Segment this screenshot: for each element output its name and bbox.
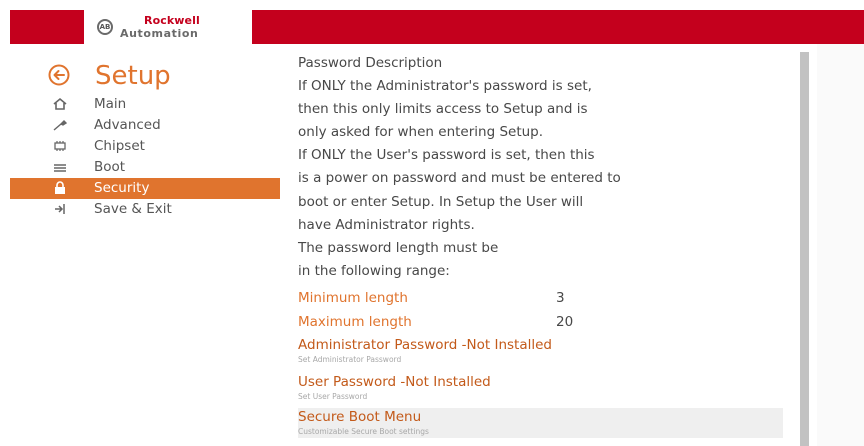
maximum-length-row: Maximum length 20 [298,311,790,334]
logo-text-rockwell: Rockwell [144,14,200,27]
maximum-length-value: 20 [556,313,574,330]
menu-item-label: Main [94,96,127,112]
description-line: The password length must be [298,239,499,256]
description-line: boot or enter Setup. In Setup the User w… [298,193,584,210]
exit-icon [55,204,65,214]
allen-bradley-logo-icon: AB [97,19,113,35]
rockwell-automation-logo: AB Rockwell Automation [84,10,252,44]
home-icon [53,97,67,110]
user-password-subtitle: Set User Password [298,391,368,401]
logo-text-automation: Automation [120,27,199,40]
maximum-length-label: Maximum length [298,313,412,330]
secure-boot-menu-title: Secure Boot Menu [298,408,422,425]
administrator-password-title: Administrator Password -Not Installed [298,336,552,353]
user-password-title: User Password -Not Installed [298,373,491,390]
secure-boot-menu-option[interactable]: Secure Boot Menu Customizable Secure Boo… [298,407,783,438]
menu-item-label: Security [94,180,150,196]
wrench-icon [53,120,68,131]
description-line: have Administrator rights. [298,216,475,233]
lock-icon [55,181,65,194]
menu-item-security[interactable]: Security [10,178,280,199]
description-line: is a power on password and must be enter… [298,170,621,187]
user-password-option[interactable]: User Password -Not Installed Set User Pa… [298,373,790,403]
menu-item-boot[interactable]: Boot [10,157,280,178]
sidebar-menu: Main Advanced Chipset Boot Security Save… [10,94,280,220]
description-heading: Password Description [298,55,443,71]
menu-item-chipset[interactable]: Chipset [10,136,280,157]
boot-drive-icon [54,164,66,172]
description-line: only asked for when entering Setup. [298,124,544,141]
menu-item-label: Save & Exit [94,201,172,217]
back-arrow-circle-icon[interactable] [48,64,70,86]
description-line: in the following range: [298,262,450,279]
menu-item-advanced[interactable]: Advanced [10,115,280,136]
security-content-panel: Password Description If ONLY the Adminis… [298,52,790,438]
administrator-password-subtitle: Set Administrator Password [298,354,402,364]
secure-boot-menu-subtitle: Customizable Secure Boot settings [298,426,429,436]
menu-item-label: Boot [94,159,126,175]
chip-icon [54,141,66,151]
minimum-length-label: Minimum length [298,289,408,306]
scrollbar[interactable] [800,52,809,446]
menu-item-label: Chipset [94,138,145,154]
page-title: Setup [95,61,171,91]
administrator-password-option[interactable]: Administrator Password -Not Installed Se… [298,336,790,366]
minimum-length-value: 3 [556,289,565,306]
description-line: If ONLY the Administrator's password is … [298,78,592,95]
right-margin-panel [817,44,864,446]
menu-item-label: Advanced [94,117,161,133]
menu-item-save-exit[interactable]: Save & Exit [10,199,280,220]
description-line: then this only limits access to Setup an… [298,101,588,118]
minimum-length-row: Minimum length 3 [298,287,790,310]
menu-item-main[interactable]: Main [10,94,280,115]
description-line: If ONLY the User's password is set, then… [298,147,595,164]
